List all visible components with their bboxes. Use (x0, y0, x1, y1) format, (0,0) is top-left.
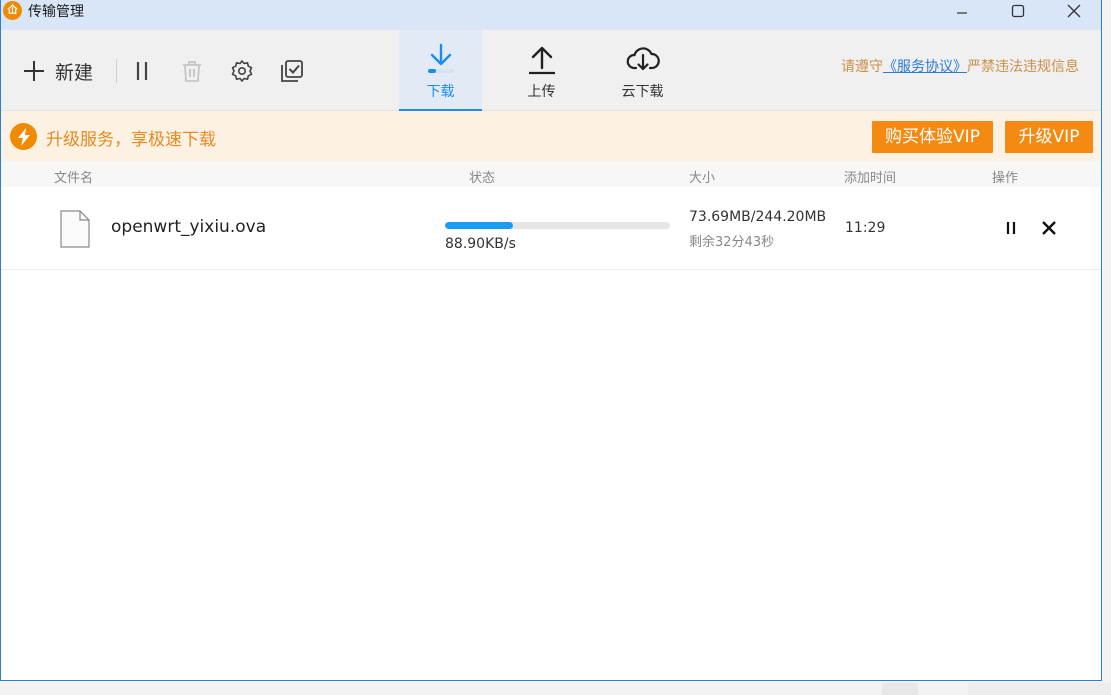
col-added-time: 添加时间 (844, 171, 897, 186)
pause-icon (1006, 222, 1016, 234)
col-filename: 文件名 (54, 171, 94, 186)
notice-prefix: 请遵守 (841, 59, 883, 75)
progress-fill (445, 222, 513, 229)
plus-icon (24, 61, 44, 81)
background-strip (968, 683, 1111, 695)
tab-download-label: 下载 (426, 84, 455, 100)
minimize-icon (957, 12, 967, 14)
pause-all-button[interactable] (129, 58, 155, 84)
title-bar: 仚 传输管理 (1, 0, 1101, 30)
download-speed: 88.90KB/s (445, 236, 516, 252)
background-strip (882, 683, 918, 695)
maximize-button[interactable] (995, 0, 1041, 22)
service-notice: 请遵守《服务协议》严禁违法违规信息 (841, 56, 1079, 76)
select-all-button[interactable] (279, 58, 305, 84)
maximize-icon (1011, 4, 1025, 18)
upload-arrow-icon (528, 46, 555, 75)
cancel-task-button[interactable] (1039, 218, 1059, 238)
tab-upload-label: 上传 (527, 84, 556, 100)
col-status: 状态 (469, 171, 496, 186)
table-row[interactable]: openwrt_yixiu.ova 88.90KB/s 73.69MB/244.… (1, 187, 1101, 270)
pause-icon (136, 62, 148, 80)
delete-button[interactable] (179, 58, 205, 84)
minimize-button[interactable] (939, 0, 985, 22)
new-task-label: 新建 (55, 61, 94, 84)
settings-button[interactable] (229, 58, 255, 84)
cloud-download-icon (626, 47, 660, 71)
gear-icon (231, 60, 253, 82)
lightning-icon (10, 123, 37, 150)
col-actions: 操作 (992, 171, 1019, 186)
new-task-button[interactable]: 新建 (23, 58, 93, 84)
file-icon (60, 210, 90, 252)
download-progress (445, 222, 670, 229)
buy-vip-button[interactable]: 购买体验VIP (872, 121, 993, 153)
pause-task-button[interactable] (1001, 218, 1021, 238)
file-name: openwrt_yixiu.ova (111, 217, 267, 237)
service-agreement-link[interactable]: 《服务协议》 (883, 59, 967, 75)
added-time: 11:29 (845, 220, 886, 236)
promo-text: 升级服务，享极速下载 (46, 130, 216, 150)
close-icon (1067, 4, 1081, 18)
file-size: 73.69MB/244.20MB (689, 209, 827, 225)
upgrade-vip-button[interactable]: 升级VIP (1005, 121, 1093, 153)
tab-cloud-download[interactable]: 云下载 (601, 30, 684, 110)
check-square-icon (281, 60, 303, 82)
toolbar: 新建 下载 上传 云下载 请遵守《服务协议》严禁违法违规信息 (1, 30, 1101, 112)
column-header: 文件名 状态 大小 添加时间 操作 (1, 161, 1101, 187)
time-remaining: 剩余32分43秒 (689, 235, 775, 250)
trash-icon (183, 61, 201, 82)
window-title: 传输管理 (28, 4, 84, 20)
tab-download[interactable]: 下载 (399, 30, 482, 112)
close-window-button[interactable] (1051, 0, 1097, 22)
tab-cloud-download-label: 云下载 (621, 84, 664, 100)
col-size: 大小 (689, 171, 716, 186)
transfer-window: 仚 传输管理 新建 下载 上传 云下载 请遵守《服务协议》严禁违法违规信息 升级… (0, 0, 1102, 681)
toolbar-divider (116, 59, 117, 83)
app-logo-icon: 仚 (3, 1, 22, 20)
notice-suffix: 严禁违法违规信息 (967, 59, 1079, 75)
promo-banner: 升级服务，享极速下载 购买体验VIP 升级VIP (1, 111, 1101, 161)
close-icon (1042, 221, 1056, 235)
download-arrow-icon (427, 43, 454, 73)
tab-upload[interactable]: 上传 (500, 30, 583, 110)
